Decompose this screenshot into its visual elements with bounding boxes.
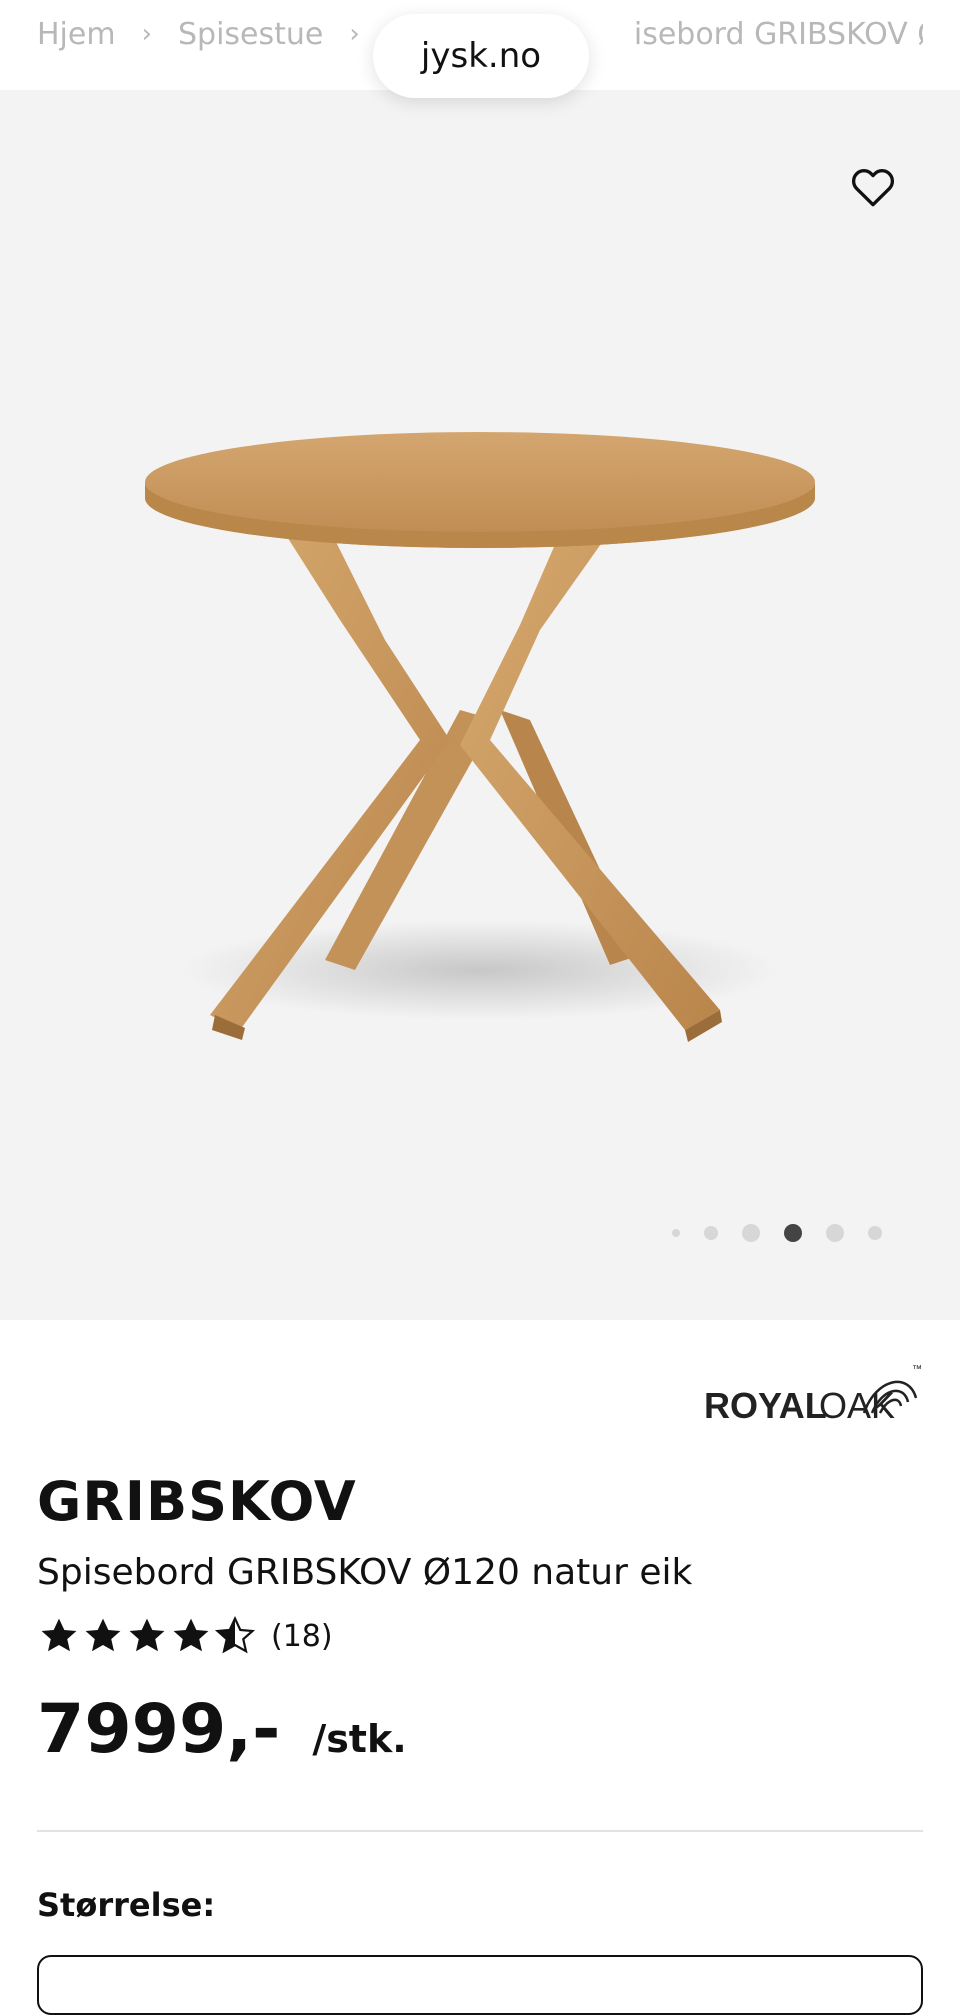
breadcrumb-separator: › (141, 19, 152, 49)
star-full-icon (129, 1618, 165, 1652)
svg-text:ROYAL: ROYAL (704, 1385, 827, 1426)
gallery-dot[interactable] (742, 1224, 760, 1242)
breadcrumb-item-dining[interactable]: Spisestue (178, 17, 323, 52)
product-name: GRIBSKOV (37, 1470, 357, 1533)
rating-count[interactable]: (18) (271, 1619, 333, 1654)
star-half-icon (214, 1615, 256, 1654)
gallery-pagination (660, 1224, 894, 1242)
gallery-dot[interactable] (704, 1226, 718, 1240)
star-full-icon (173, 1618, 209, 1652)
browser-url: jysk.no (420, 36, 542, 76)
star-full-icon (85, 1618, 121, 1652)
browser-url-pill[interactable]: jysk.no (373, 14, 589, 98)
product-price: 7999,- /stk. (37, 1690, 407, 1769)
product-image-gallery[interactable] (0, 90, 960, 1320)
size-label: Størrelse: (37, 1886, 216, 1924)
star-full-icon (41, 1618, 77, 1652)
gallery-dot[interactable] (868, 1226, 882, 1240)
rating-stars (37, 1614, 257, 1658)
breadcrumb-item-home[interactable]: Hjem (37, 17, 116, 52)
breadcrumb-separator: › (349, 19, 360, 49)
price-unit: /stk. (312, 1717, 407, 1761)
gallery-dot[interactable] (672, 1229, 680, 1237)
product-rating[interactable]: (18) (37, 1614, 333, 1658)
size-selector[interactable] (37, 1955, 923, 2015)
price-value: 7999,- (37, 1690, 281, 1769)
gallery-dot[interactable] (826, 1224, 844, 1242)
gallery-dot-active[interactable] (784, 1224, 802, 1242)
royal-oak-logo: ROYAL OAK ™ (704, 1364, 922, 1426)
breadcrumb-item-current: isebord GRIBSKOV Ø120 n (633, 16, 923, 52)
section-divider (37, 1830, 923, 1832)
product-description: Spisebord GRIBSKOV Ø120 natur eik (37, 1552, 693, 1593)
heart-outline-icon[interactable] (848, 162, 898, 212)
product-image-table (145, 432, 815, 1042)
svg-text:™: ™ (912, 1364, 922, 1375)
